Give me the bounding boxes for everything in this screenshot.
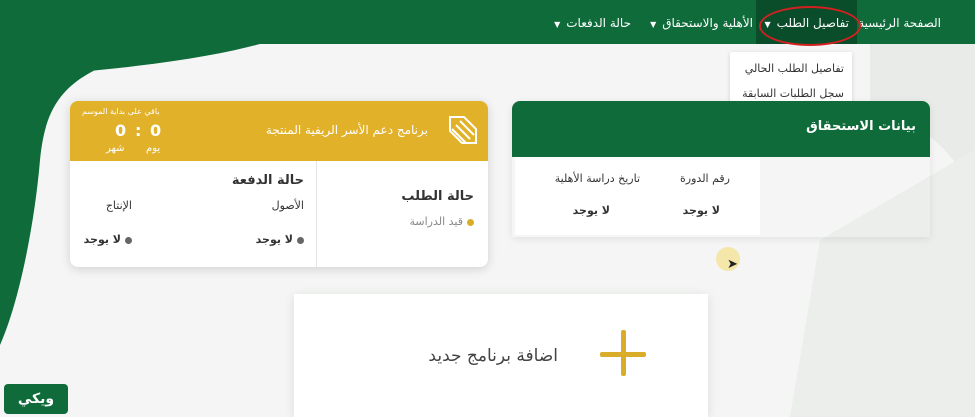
- countdown-months: 0: [115, 121, 127, 140]
- plus-icon-vertical: [621, 330, 626, 376]
- assets-value: لا يوجد: [256, 233, 304, 246]
- nav-eligibility-label: الأهلية والاستحقاق: [662, 16, 753, 30]
- study-date-column-header: تاريخ دراسة الأهلية: [554, 172, 640, 185]
- request-status-text: قيد الدراسة: [409, 215, 463, 228]
- program-title: برنامج دعم الأسر الريفية المنتجة: [265, 123, 428, 137]
- nav-home-label: الصفحة الرئيسية: [858, 16, 941, 30]
- study-date-value: لا يوجد: [572, 204, 610, 217]
- request-status-title: حالة الطلب: [401, 189, 474, 204]
- program-card: برنامج دعم الأسر الريفية المنتجة باقي عل…: [70, 101, 488, 267]
- months-unit-label: شهر: [106, 143, 125, 154]
- mouse-cursor-icon: ➤: [727, 257, 738, 272]
- nav-payment-status-label: حالة الدفعات: [566, 16, 631, 30]
- eligibility-table: رقم الدورة تاريخ دراسة الأهلية لا يوجد ل…: [515, 157, 760, 235]
- add-program-button[interactable]: اضافة برنامج جديد: [294, 294, 708, 417]
- production-value-text: لا يوجد: [83, 233, 121, 246]
- assets-label: الأصول: [271, 199, 304, 212]
- red-circle-annotation: [759, 6, 861, 46]
- payment-status-title: حالة الدفعة: [231, 173, 304, 188]
- chevron-down-icon: ▼: [650, 20, 657, 29]
- grey-dot-icon: [297, 236, 304, 244]
- status-dot-icon: [467, 218, 474, 226]
- production-value: لا يوجد: [84, 233, 132, 246]
- eligibility-title: بيانات الاستحقاق: [806, 119, 916, 134]
- grey-dot-icon: [125, 236, 132, 244]
- countdown-days: 0: [150, 121, 162, 140]
- assets-value-text: لا يوجد: [255, 233, 293, 246]
- program-header: برنامج دعم الأسر الريفية المنتجة باقي عل…: [70, 101, 488, 161]
- program-logo-icon: [449, 116, 477, 144]
- nav-eligibility[interactable]: الأهلية والاستحقاق ▼: [650, 0, 753, 44]
- watermark-logo: ويكي: [4, 384, 68, 414]
- add-program-label: اضافة برنامج جديد: [428, 346, 558, 366]
- nav-home-link[interactable]: الصفحة الرئيسية: [858, 0, 941, 44]
- countdown-separator: :: [135, 121, 142, 140]
- request-status-value: قيد الدراسة: [409, 215, 474, 228]
- dropdown-item-current-request[interactable]: تفاصيل الطلب الحالي: [745, 62, 844, 75]
- nav-payment-status[interactable]: حالة الدفعات ▼: [554, 0, 631, 44]
- cycle-value: لا يوجد: [682, 204, 720, 217]
- cycle-column-header: رقم الدورة: [680, 172, 730, 185]
- eligibility-header: بيانات الاستحقاق: [512, 101, 930, 157]
- countdown-label: باقي على بداية الموسم: [82, 107, 160, 116]
- chevron-down-icon: ▼: [554, 20, 561, 29]
- dropdown-item-previous-requests[interactable]: سجل الطلبات السابقة: [742, 87, 844, 100]
- card-divider: [316, 161, 317, 267]
- days-unit-label: يوم: [146, 143, 161, 154]
- production-label: الإنتاج: [105, 199, 132, 212]
